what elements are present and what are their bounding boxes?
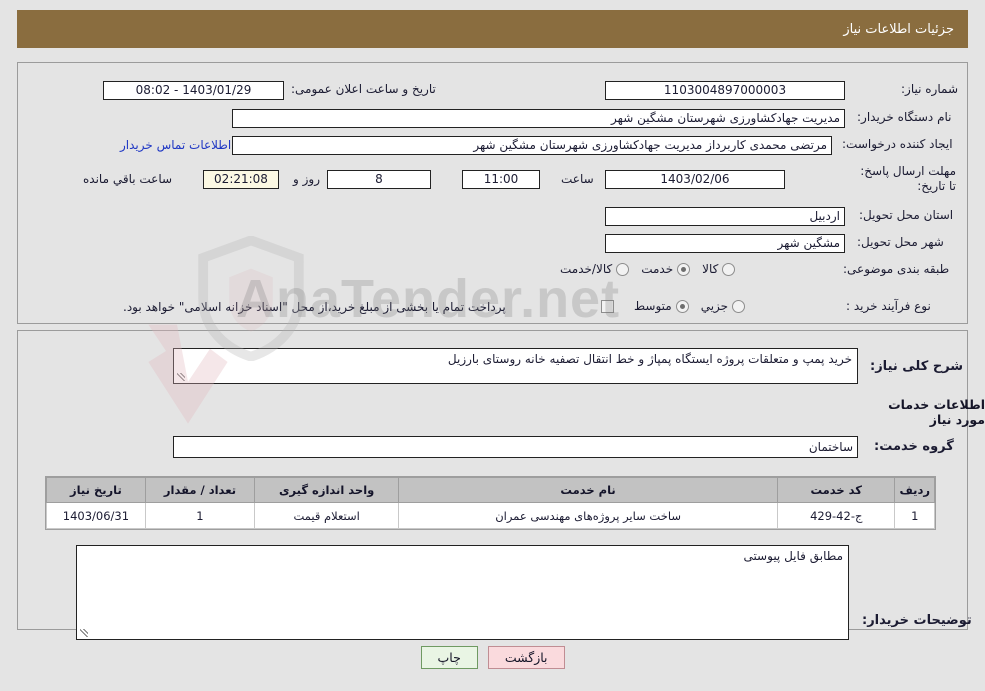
category-option-0[interactable]: کالا: [690, 262, 736, 277]
need-number-label-row: شماره نیاز:: [854, 82, 958, 97]
process-radio-group: جزیي متوسط: [622, 299, 746, 314]
treasury-checkbox[interactable]: [601, 300, 614, 313]
process-option-1[interactable]: متوسط: [622, 299, 689, 314]
process-option-0-label: جزیي: [700, 299, 729, 313]
creator-label: ایجاد کننده درخواست:: [842, 137, 953, 151]
province-label-row: استان محل تحویل:: [859, 208, 953, 223]
deadline-hour-value: 11:00: [462, 170, 540, 189]
treasury-checkbox-label: پرداخت تمام یا بخشی از مبلغ خرید،از محل …: [123, 300, 506, 314]
need-number-value: 1103004897000003: [605, 81, 845, 100]
col-quantity: تعداد / مقدار: [144, 477, 256, 503]
deadline-hour-label: ساعت: [561, 172, 594, 186]
col-service-code: کد خدمت: [776, 477, 896, 503]
service-group-label: گروه خدمت:: [874, 439, 954, 454]
cell-index: 1: [894, 502, 935, 529]
radio-icon[interactable]: [732, 300, 746, 313]
process-option-0[interactable]: جزیي: [689, 299, 746, 314]
summary-label: شرح کلی نیاز:: [870, 359, 964, 374]
cell-need-date: 1403/06/31: [46, 502, 146, 529]
category-label: طبقه بندی موضوعی:: [843, 262, 950, 276]
province-label: استان محل تحویل:: [859, 208, 954, 222]
category-option-1-label: خدمت: [641, 262, 674, 276]
city-label-row: شهر محل تحویل:: [857, 235, 944, 250]
category-radio-group: کالا خدمت کالا/خدمت: [548, 262, 736, 277]
services-info-title: اطلاعات خدمات مورد نیاز: [888, 397, 985, 427]
services-table: ردیف کد خدمت نام خدمت واحد اندازه گیری ت…: [46, 477, 935, 529]
cell-service-code: ج-42-429: [776, 502, 896, 529]
days-remaining-label: روز و: [293, 172, 320, 186]
summary-textarea[interactable]: خرید پمپ و متعلقات پروژه ایستگاه پمپاژ و…: [173, 348, 858, 384]
need-summary-panel: [17, 62, 968, 324]
radio-icon[interactable]: [675, 300, 689, 313]
buyer-notes-textarea[interactable]: مطابق فایل پیوستی: [76, 545, 849, 640]
process-option-1-label: متوسط: [634, 299, 672, 313]
cell-unit: استعلام قیمت: [254, 502, 400, 529]
announce-label: تاریخ و ساعت اعلان عمومی:: [291, 82, 436, 96]
days-remaining-value: 8: [327, 170, 431, 189]
radio-icon[interactable]: [616, 263, 630, 276]
deadline-date-value: 1403/02/06: [605, 170, 785, 189]
category-option-2-label: کالا/خدمت: [560, 262, 613, 276]
category-option-2[interactable]: کالا/خدمت: [548, 262, 630, 277]
services-table-wrapper: ردیف کد خدمت نام خدمت واحد اندازه گیری ت…: [45, 476, 936, 530]
creator-label-row: ایجاد کننده درخواست:: [842, 137, 953, 152]
buyer-org-value: مدیریت جهادکشاورزی شهرستان مشگین شهر: [232, 109, 845, 128]
cell-quantity: 1: [144, 502, 256, 529]
col-service-name: نام خدمت: [398, 477, 778, 503]
remaining-suffix-label: ساعت باقي مانده: [83, 172, 173, 186]
announce-label-row: تاریخ و ساعت اعلان عمومی:: [291, 82, 436, 97]
city-value: مشگین شهر: [605, 234, 845, 253]
page-header: جزئیات اطلاعات نیاز: [17, 10, 968, 48]
radio-icon[interactable]: [677, 263, 691, 276]
process-label-row: نوع فرآیند خرید :: [846, 299, 931, 314]
announce-datetime-value: 1403/01/29 - 08:02: [103, 81, 284, 100]
table-header-row: ردیف کد خدمت نام خدمت واحد اندازه گیری ت…: [46, 477, 935, 503]
category-option-1[interactable]: خدمت: [629, 262, 691, 277]
print-button[interactable]: چاپ: [420, 646, 478, 669]
footer-buttons: بازگشت چاپ: [0, 646, 985, 669]
buyer-contact-link[interactable]: اطلاعات تماس خریدار: [120, 138, 231, 152]
radio-icon[interactable]: [722, 263, 736, 276]
cell-service-name: ساخت سایر پروژه‌های مهندسی عمران: [398, 502, 778, 529]
need-number-label: شماره نیاز:: [901, 82, 958, 96]
col-need-date: تاریخ نیاز: [46, 477, 146, 503]
buyer-org-label: نام دستگاه خریدار:: [857, 110, 952, 124]
creator-value: مرتضی محمدی کاربرداز مدیریت جهادکشاورزی …: [232, 136, 832, 155]
deadline-label-row: مهلت ارسال پاسخ: تا تاریخ:: [856, 164, 956, 194]
buyer-org-label-row: نام دستگاه خریدار:: [857, 110, 952, 125]
category-option-0-label: کالا: [702, 262, 719, 276]
table-row: 1 ج-42-429 ساخت سایر پروژه‌های مهندسی عم…: [46, 502, 935, 529]
category-label-row: طبقه بندی موضوعی:: [843, 262, 949, 277]
col-index: ردیف: [894, 477, 935, 503]
service-group-value: ساختمان: [173, 436, 858, 458]
page-title: جزئیات اطلاعات نیاز: [843, 21, 954, 37]
city-label: شهر محل تحویل:: [857, 235, 944, 249]
province-value: اردبیل: [605, 207, 845, 226]
deadline-label: مهلت ارسال پاسخ: تا تاریخ:: [860, 164, 956, 193]
back-button[interactable]: بازگشت: [487, 646, 565, 669]
col-unit: واحد اندازه گیری: [254, 477, 400, 503]
process-label: نوع فرآیند خرید :: [846, 299, 931, 313]
countdown-timer-value: 02:21:08: [203, 170, 279, 189]
buyer-notes-label: توضیحات خریدار:: [862, 613, 972, 628]
